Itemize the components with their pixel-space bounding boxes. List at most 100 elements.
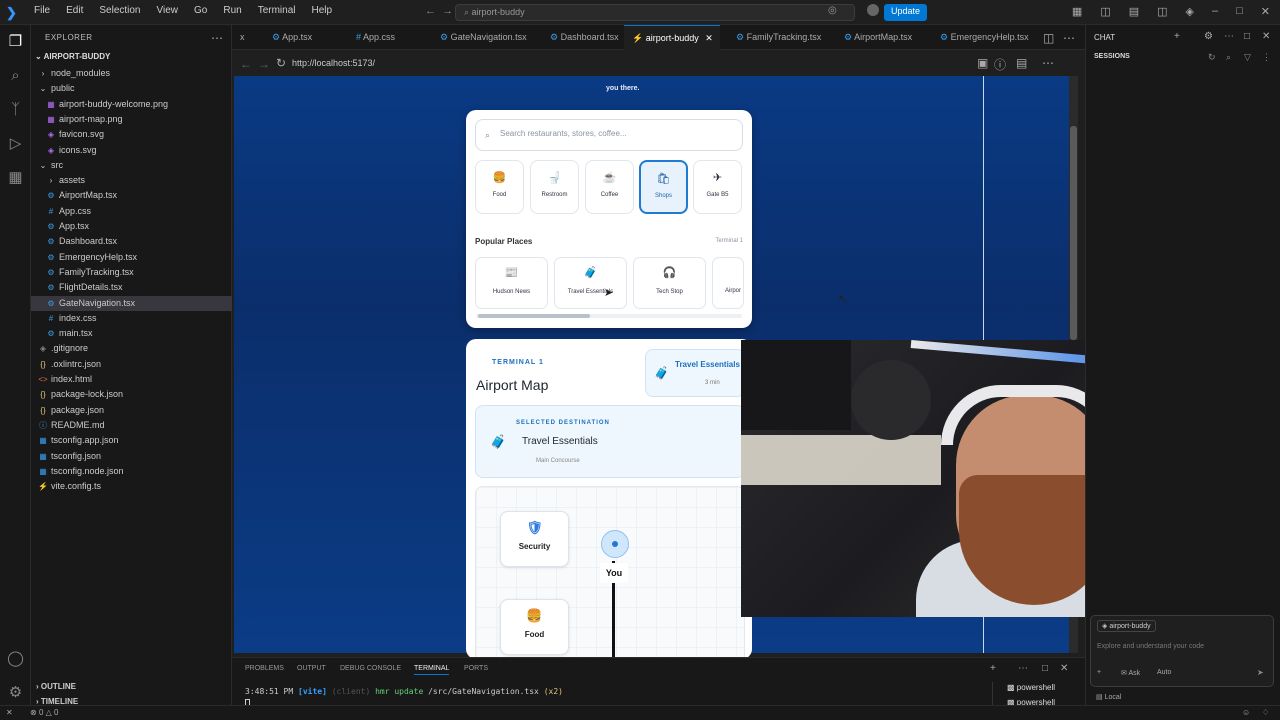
tab-gatenavigation[interactable]: ⚙ GateNavigation.tsx	[432, 25, 542, 50]
tree-folder[interactable]: › assets	[46, 173, 85, 188]
tree-file[interactable]: ⚙ GateNavigation.tsx	[31, 295, 232, 311]
refresh-icon[interactable]: ↻	[1208, 52, 1216, 63]
tree-file[interactable]: ◈ icons.svg	[46, 143, 97, 158]
menu-help[interactable]: Help	[304, 5, 341, 16]
open-external-icon[interactable]: ▣	[977, 56, 988, 70]
mode-select[interactable]: ✉ Ask	[1121, 669, 1140, 677]
tree-file[interactable]: ⚡ vite.config.ts	[38, 479, 101, 494]
tree-file[interactable]: ⚙ FamilyTracking.tsx	[46, 265, 133, 280]
gear-icon[interactable]: ⚙	[1204, 31, 1213, 42]
more-actions-icon[interactable]: ⋯	[1224, 31, 1234, 42]
secondary-sidebar-icon[interactable]: ◫	[1157, 5, 1167, 18]
menu-terminal[interactable]: Terminal	[250, 5, 304, 16]
tree-file[interactable]: {} .oxlintrc.json	[38, 357, 101, 372]
tree-file[interactable]: ◈ .gitignore	[38, 341, 88, 356]
url-input[interactable]: http://localhost:5173/	[292, 58, 375, 68]
tree-file[interactable]: {} package-lock.json	[38, 387, 123, 402]
chat-input-box[interactable]: ◈ airport-buddy Explore and understand y…	[1090, 615, 1274, 687]
tree-file[interactable]: ▦ tsconfig.app.json	[38, 433, 118, 448]
map-node-security[interactable]: 🛡 Security	[500, 511, 569, 567]
tree-file[interactable]: # App.css	[46, 204, 91, 219]
tree-file[interactable]: ▦ airport-map.png	[46, 112, 122, 127]
more-actions-icon[interactable]: ⋯	[1018, 663, 1028, 674]
tree-file[interactable]: # index.css	[46, 311, 97, 326]
panel-tab-problems[interactable]: PROBLEMS	[245, 665, 284, 672]
context-chip[interactable]: ◈ airport-buddy	[1097, 620, 1156, 632]
account-icon[interactable]	[867, 4, 879, 16]
tree-file[interactable]: ⚙ main.tsx	[46, 326, 92, 341]
tree-folder[interactable]: ⌄ public	[38, 81, 75, 96]
tree-file[interactable]: ▦ airport-buddy-welcome.png	[46, 97, 168, 112]
local-indicator[interactable]: ▤ Local	[1096, 693, 1121, 701]
panel-tab-output[interactable]: OUTPUT	[297, 665, 326, 672]
category-shops[interactable]: 🛍 Shops	[639, 160, 688, 214]
info-icon[interactable]: ⓘ	[994, 56, 1006, 73]
place-tech-stop[interactable]: 🎧 Tech Stop	[633, 257, 706, 309]
split-editor-icon[interactable]: ◫	[1043, 31, 1054, 45]
command-center-search[interactable]: ⌕ airport-buddy	[455, 4, 855, 21]
places-scrollbar[interactable]	[476, 314, 742, 318]
search-icon[interactable]: ⌕	[7, 67, 24, 84]
forward-icon[interactable]: →	[258, 57, 270, 71]
more-actions-icon[interactable]: ⋮	[1262, 52, 1271, 63]
scrollbar-thumb[interactable]	[478, 314, 590, 318]
new-terminal-icon[interactable]: +	[990, 663, 996, 674]
account-icon[interactable]: ☺	[1242, 708, 1250, 717]
menu-go[interactable]: Go	[186, 5, 215, 16]
tab-app-tsx[interactable]: ⚙ App.tsx	[264, 25, 348, 50]
new-chat-icon[interactable]: +	[1174, 31, 1180, 42]
tree-file[interactable]: ⚙ FlightDetails.tsx	[46, 280, 122, 295]
layout-icon[interactable]: ▦	[1072, 5, 1082, 18]
tree-file[interactable]: {} package.json	[38, 403, 104, 418]
panel-tab-ports[interactable]: PORTS	[464, 665, 488, 672]
panel-tab-debug-console[interactable]: DEBUG CONSOLE	[340, 665, 401, 672]
place-airport[interactable]: Airpor	[712, 257, 744, 309]
tree-file[interactable]: ⚙ Dashboard.tsx	[46, 234, 117, 249]
problems-indicator[interactable]: ⊗ 0 △ 0	[30, 708, 58, 717]
extensions-icon[interactable]: ▦	[7, 169, 24, 186]
tab-airport-buddy[interactable]: ⚡ airport-buddy ✕	[624, 25, 720, 50]
remote-indicator-icon[interactable]: ✕	[6, 708, 13, 717]
tab-overflow[interactable]: x	[232, 25, 258, 50]
tree-file[interactable]: ◈ favicon.svg	[46, 127, 104, 142]
tree-file[interactable]: <> index.html	[38, 372, 92, 387]
close-icon[interactable]: ✕	[1262, 31, 1270, 42]
tab-dashboard[interactable]: ⚙ Dashboard.tsx	[542, 25, 630, 50]
search-icon[interactable]: ⌕	[1226, 52, 1231, 63]
place-hudson-news[interactable]: 📰 Hudson News	[475, 257, 548, 309]
nav-arrows[interactable]: ← →	[425, 5, 453, 17]
tree-file[interactable]: ⚙ App.tsx	[46, 219, 89, 234]
sidebar-toggle-icon[interactable]: ◫	[1100, 5, 1110, 18]
category-food[interactable]: 🍔 Food	[475, 160, 524, 214]
category-coffee[interactable]: ☕ Coffee	[585, 160, 634, 214]
account-icon[interactable]: ◯	[7, 650, 24, 667]
tree-file[interactable]: ⚙ AirportMap.tsx	[46, 188, 117, 203]
search-input[interactable]: ⌕ Search restaurants, stores, coffee...	[475, 119, 743, 151]
more-actions-icon[interactable]: ⋯	[211, 31, 223, 45]
close-panel-icon[interactable]: ✕	[1060, 663, 1068, 674]
map-canvas[interactable]: 🛡 Security 🍔 Food You	[475, 486, 745, 671]
minimize-icon[interactable]: –	[1212, 5, 1218, 18]
browser-scrollbar-thumb[interactable]	[1070, 126, 1077, 340]
browser-menu-icon[interactable]: ▤	[1016, 56, 1027, 70]
category-gate[interactable]: ✈ Gate B5	[693, 160, 742, 214]
globe-icon[interactable]: ◈	[1186, 5, 1194, 18]
tree-file[interactable]: ⓘ README.md	[38, 418, 105, 433]
workspace-root[interactable]: ⌄ AIRPORT-BUDDY	[35, 52, 110, 61]
send-icon[interactable]: ➤	[1257, 668, 1264, 677]
explorer-icon[interactable]: ❐	[7, 33, 24, 50]
outline-section[interactable]: › OUTLINE	[36, 682, 76, 691]
tab-emergencyhelp[interactable]: ⚙ EmergencyHelp.tsx	[932, 25, 1042, 50]
copilot-icon[interactable]: ◎	[828, 5, 837, 16]
panel-tab-terminal[interactable]: TERMINAL	[414, 665, 450, 675]
model-select[interactable]: Auto	[1157, 669, 1171, 676]
selected-destination-card[interactable]: SELECTED DESTINATION 🧳 Travel Essentials…	[475, 405, 745, 478]
tab-app-css[interactable]: # App.css	[348, 25, 432, 50]
place-travel-essentials[interactable]: 🧳 Travel Essentials	[554, 257, 627, 309]
menu-view[interactable]: View	[149, 5, 187, 16]
filter-icon[interactable]: ▽	[1244, 52, 1251, 63]
category-restroom[interactable]: 🚽 Restroom	[530, 160, 579, 214]
panel-toggle-icon[interactable]: ▤	[1129, 5, 1139, 18]
menu-file[interactable]: File	[26, 5, 58, 16]
update-button[interactable]: Update	[884, 4, 928, 21]
